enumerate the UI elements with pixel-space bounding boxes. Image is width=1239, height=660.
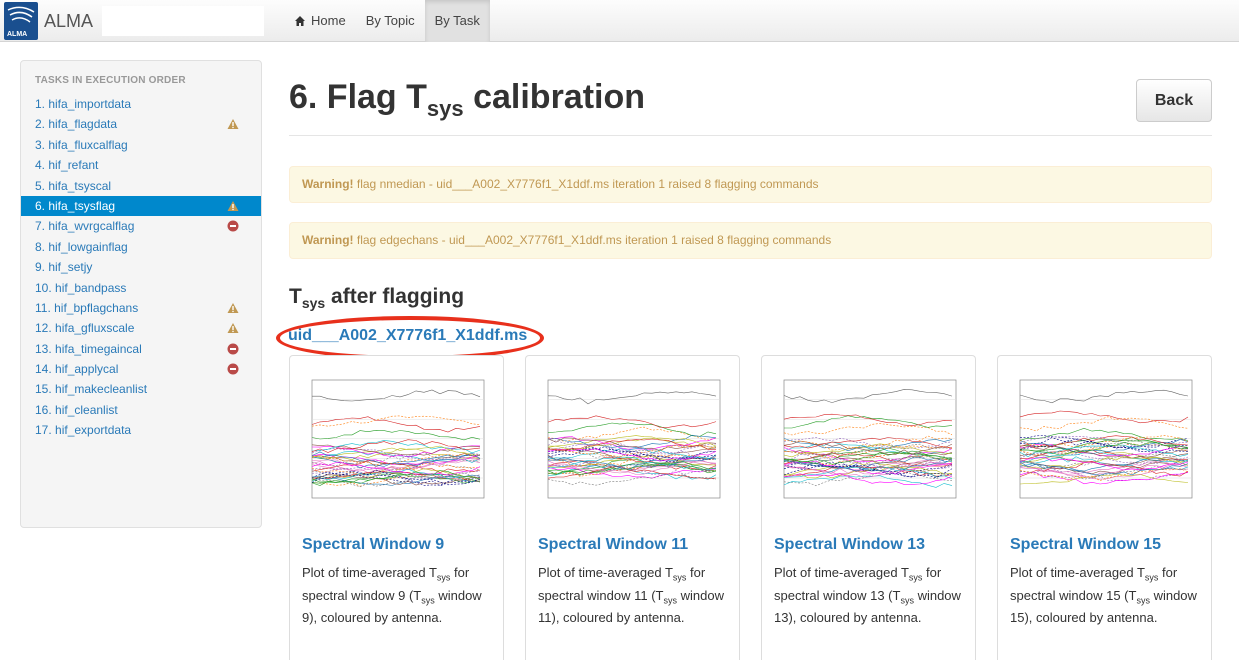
- sidebar-item-label: 5. hifa_tsyscal: [35, 178, 112, 193]
- sidebar-item-13[interactable]: 13. hifa_timegaincal: [21, 339, 261, 359]
- sidebar-item-16[interactable]: 16. hif_cleanlist: [21, 400, 261, 420]
- warning-icon: [227, 323, 239, 334]
- sidebar-list: 1. hifa_importdata 2. hifa_flagdata 3. hif…: [21, 94, 261, 441]
- spw-description: Plot of time-averaged Tsys for spectral …: [538, 565, 724, 626]
- warning-alert-nmedian: Warning! flag nmedian - uid___A002_X7776…: [289, 166, 1212, 203]
- sidebar-item-10[interactable]: 10. hif_bandpass: [21, 278, 261, 298]
- sidebar-item-4[interactable]: 4. hif_refant: [21, 155, 261, 175]
- sidebar-item-label: 2. hifa_flagdata: [35, 117, 118, 132]
- sidebar-item-label: 14. hif_applycal: [35, 362, 119, 377]
- top-navbar: ALMA ALMA Home By Topic By Task: [0, 0, 1239, 42]
- ms-link[interactable]: uid___A002_X7776f1_X1ddf.ms: [288, 327, 527, 345]
- spw-description: Plot of time-averaged Tsys for spectral …: [1010, 565, 1197, 626]
- spw-description: Plot of time-averaged Tsys for spectral …: [302, 565, 482, 626]
- sidebar-item-label: 17. hif_exportdata: [35, 423, 132, 438]
- sidebar-item-15[interactable]: 15. hif_makecleanlist: [21, 379, 261, 399]
- sidebar-item-9[interactable]: 9. hif_setjy: [21, 257, 261, 277]
- sidebar-item-label: 10. hif_bandpass: [35, 280, 127, 295]
- sidebar-item-2[interactable]: 2. hifa_flagdata: [21, 114, 261, 134]
- spw-title[interactable]: Spectral Window 9: [302, 536, 444, 554]
- spw-title[interactable]: Spectral Window 11: [538, 536, 688, 554]
- sidebar-item-12[interactable]: 12. hifa_gfluxscale: [21, 318, 261, 338]
- task-sidebar: TASKS IN EXECUTION ORDER 1. hifa_importd…: [20, 60, 262, 528]
- spw-title[interactable]: Spectral Window 13: [774, 536, 925, 554]
- sidebar-item-3[interactable]: 3. hifa_fluxcalflag: [21, 135, 261, 155]
- sidebar-item-label: 6. hifa_tsysflag: [35, 198, 116, 213]
- nav-by-topic[interactable]: By Topic: [356, 0, 425, 42]
- tsys-plot-thumbnail[interactable]: [302, 366, 493, 512]
- error-icon: [227, 220, 239, 232]
- sidebar-item-label: 12. hifa_gfluxscale: [35, 321, 135, 336]
- spw-title[interactable]: Spectral Window 15: [1010, 536, 1161, 554]
- page-title: 6. Flag Tsys calibration: [289, 78, 646, 121]
- spw-card: Spectral Window 13 Plot of time-averaged …: [761, 355, 976, 660]
- spw-description: Plot of time-averaged Tsys for spectral …: [774, 565, 961, 626]
- title-divider: [289, 135, 1212, 136]
- sidebar-item-label: 1. hifa_importdata: [35, 97, 132, 111]
- sidebar-item-7[interactable]: 7. hifa_wvrgcalflag: [21, 216, 261, 236]
- sidebar-item-1[interactable]: 1. hifa_importdata: [21, 94, 261, 114]
- section-title: Tsys after flagging: [289, 285, 465, 312]
- home-icon: [295, 16, 305, 26]
- sidebar-item-8[interactable]: 8. hif_lowgainflag: [21, 237, 261, 257]
- warning-icon: [227, 119, 239, 130]
- sidebar-header: TASKS IN EXECUTION ORDER: [35, 75, 186, 86]
- tsys-plot-thumbnail[interactable]: [1010, 366, 1201, 512]
- back-button[interactable]: Back: [1136, 79, 1212, 122]
- sidebar-item-label: 15. hif_makecleanlist: [35, 382, 148, 397]
- warning-icon: [227, 200, 239, 211]
- nav-by-task[interactable]: By Task: [424, 0, 490, 42]
- brand-blank: [102, 6, 264, 36]
- sidebar-item-label: 8. hif_lowgainflag: [35, 239, 128, 254]
- nav-home-label: Home: [311, 13, 346, 28]
- error-icon: [227, 343, 239, 355]
- sidebar-item-label: 11. hif_bpflagchans: [35, 300, 139, 315]
- tsys-plot-thumbnail[interactable]: [538, 366, 729, 512]
- sidebar-item-14[interactable]: 14. hif_applycal: [21, 359, 261, 379]
- sidebar-item-17[interactable]: 17. hif_exportdata: [21, 420, 261, 440]
- sidebar-item-label: 3. hifa_fluxcalflag: [35, 137, 128, 152]
- sidebar-item-label: 13. hifa_timegaincal: [35, 341, 142, 356]
- nav-home[interactable]: Home: [284, 0, 356, 42]
- sidebar-item-5[interactable]: 5. hifa_tsyscal: [21, 176, 261, 196]
- sidebar-item-label: 16. hif_cleanlist: [35, 402, 118, 417]
- alma-logo: ALMA: [4, 2, 38, 40]
- error-icon: [227, 363, 239, 375]
- spw-card: Spectral Window 11 Plot of time-averaged …: [525, 355, 740, 660]
- spw-card: Spectral Window 15 Plot of time-averaged …: [997, 355, 1212, 660]
- brand[interactable]: ALMA ALMA: [0, 0, 93, 42]
- sidebar-item-6[interactable]: 6. hifa_tsysflag: [21, 195, 261, 217]
- warning-icon: [227, 302, 239, 313]
- sidebar-item-11[interactable]: 11. hif_bpflagchans: [21, 298, 261, 318]
- nav-by-task-label: By Task: [434, 13, 480, 28]
- tsys-plot-thumbnail[interactable]: [774, 366, 965, 512]
- warning-alert-edgechans: Warning! flag edgechans - uid___A002_X77…: [289, 222, 1212, 259]
- nav-by-topic-label: By Topic: [365, 13, 415, 28]
- sidebar-item-label: 4. hif_refant: [35, 158, 99, 173]
- sidebar-item-label: 9. hif_setjy: [35, 260, 93, 275]
- spw-card: Spectral Window 9 Plot of time-averaged T…: [289, 355, 504, 660]
- sidebar-item-label: 7. hifa_wvrgcalflag: [35, 219, 135, 234]
- brand-name: ALMA: [44, 10, 94, 31]
- main-nav: Home By Topic By Task: [284, 0, 490, 42]
